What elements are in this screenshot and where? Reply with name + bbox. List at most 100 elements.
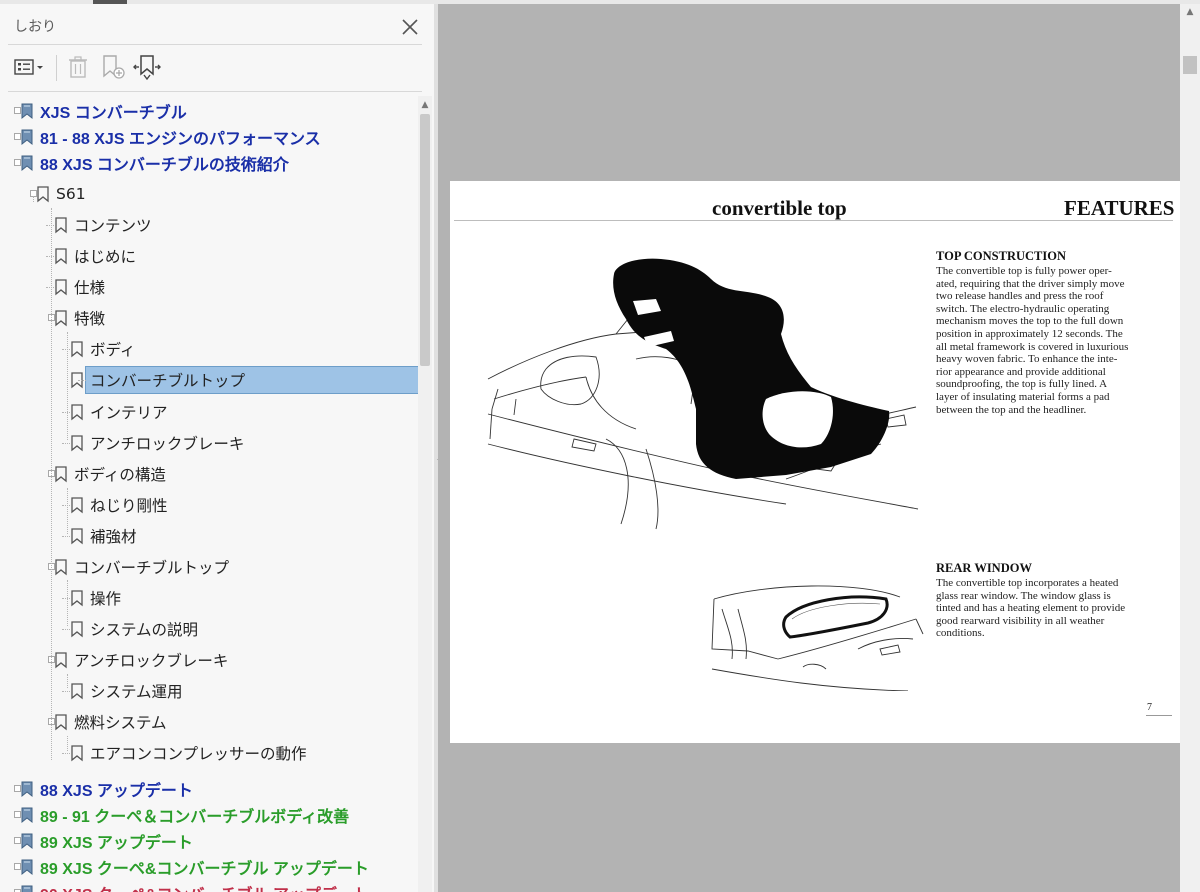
header-rule [454,220,1173,221]
bookmark-item[interactable]: 90 XJS クーペ&コンバーチブル アップデート [14,880,369,892]
bookmark-item[interactable]: 89 XJS アップデート [14,828,193,854]
bookmark-icon [55,217,67,234]
bookmark-label: 89 - 91 クーペ＆コンバーチブルボディ改善 [40,809,350,827]
options-list-icon [14,59,43,75]
tree-guide-line [67,674,68,688]
rear-window-text: The convertible top incorporates a heate… [936,577,1126,640]
tree-guide-line [67,580,68,626]
delete-button[interactable] [64,53,92,81]
bookmark-item[interactable]: 81 - 88 XJS エンジンのパフォーマンス [14,124,321,150]
bookmark-item[interactable]: コンバーチブルトップ [48,554,229,580]
expand-toggle[interactable] [14,811,21,819]
bookmark-icon [55,465,67,482]
bookmark-item[interactable]: ねじり剛性 [62,492,168,518]
bookmark-label: システム運用 [90,682,183,701]
scrollbar-thumb[interactable] [1183,56,1197,74]
close-icon [402,19,418,35]
bookmark-item[interactable]: 89 XJS クーペ&コンバーチブル アップデート [14,854,369,880]
tree-guide-line [67,488,68,534]
bookmark-item[interactable]: ボディ [62,336,136,362]
bookmark-label: ボディの構造 [74,465,166,484]
bookmark-item[interactable]: コンバーチブルトップ [71,366,418,395]
bookmark-label: アンチロックブレーキ [90,434,245,453]
bookmark-icon [21,155,33,172]
bookmark-item[interactable]: S61 [30,181,86,207]
page-title: convertible top [712,196,847,220]
panel-divider [8,44,422,45]
bookmark-item[interactable]: 燃料システム [48,709,167,735]
bookmark-item[interactable]: エアコンコンプレッサーの動作 [62,740,307,766]
expand-toggle[interactable] [14,837,21,845]
scrollbar-thumb[interactable] [420,114,430,366]
document-scrollbar[interactable]: ▲ [1180,4,1200,892]
scroll-up-arrow[interactable]: ▲ [1180,4,1200,18]
bookmark-icon [55,248,67,265]
bookmark-item[interactable]: アンチロックブレーキ [48,647,228,673]
bookmark-item[interactable]: システムの説明 [62,616,198,642]
bookmark-label: S61 [56,185,86,204]
bookmark-icon [21,807,33,824]
expand-toggle[interactable] [14,863,21,871]
bookmark-label: 補強材 [90,527,137,546]
tree-connector [46,225,54,227]
tree-connector [62,753,70,755]
trash-icon [69,56,87,78]
bookmark-item[interactable]: 88 XJS コンバーチブルの技術紹介 [14,150,289,176]
scroll-up-arrow[interactable]: ▲ [418,98,432,112]
bookmark-label: ねじり剛性 [90,496,168,515]
tree-connector [62,411,70,413]
bookmark-label: 88 XJS アップデート [40,783,193,801]
bookmark-item[interactable]: 操作 [62,585,121,611]
bookmark-item[interactable]: ボディの構造 [48,461,166,487]
expand-toggle[interactable] [14,133,21,141]
bookmark-label: ボディ [90,341,136,360]
rear-window-heading: REAR WINDOW [936,561,1032,575]
bookmark-icon [71,528,83,545]
bookmark-icon [71,621,83,638]
bookmark-icon [37,186,49,203]
bookmark-item[interactable]: 89 - 91 クーペ＆コンバーチブルボディ改善 [14,802,350,828]
bookmark-icon [71,403,83,420]
bookmark-find-icon [133,55,161,80]
bookmark-item[interactable]: システム運用 [62,678,183,704]
bookmark-item[interactable]: はじめに [46,243,137,269]
bookmark-item[interactable]: 88 XJS アップデート [14,776,193,802]
bookmark-item[interactable]: 特徴 [48,305,105,331]
top-construction-heading: TOP CONSTRUCTION [936,249,1067,263]
close-panel-button[interactable] [400,17,420,37]
bookmark-icon [71,683,83,700]
bookmark-item[interactable]: 補強材 [62,523,137,549]
bookmark-icon [21,885,33,892]
page-number-rule [1146,715,1172,716]
expand-toggle[interactable] [14,785,21,793]
bookmark-label: 81 - 88 XJS エンジンのパフォーマンス [40,131,321,149]
options-button[interactable] [12,53,46,81]
expand-toggle[interactable] [14,159,21,167]
tree-connector [78,380,86,382]
pdf-page: convertible top FEATURES TOP CONSTRUCTIO… [450,181,1180,743]
bookmark-icon [21,129,33,146]
tree-guide-line [67,332,68,440]
bookmark-icon [55,714,67,731]
bookmark-label: XJS コンバーチブル [40,105,187,122]
tree-connector [62,597,70,599]
bookmark-item[interactable]: アンチロックブレーキ [62,430,245,456]
bookmark-add-icon [103,55,125,79]
tree-guide-line [67,736,68,751]
expand-toggle[interactable] [14,107,21,114]
page-number: 7 [1147,702,1152,713]
bookmark-item[interactable]: インテリア [62,399,168,425]
bookmark-tree: XJS コンバーチブル 81 - 88 XJS エンジンのパフォーマンス 88 XJ… [0,96,418,892]
new-bookmark-button[interactable] [98,53,128,81]
bookmark-label: 90 XJS クーペ&コンバーチブル アップデート [40,881,369,892]
rear-window-illustration [711,585,924,691]
bookmark-scrollbar[interactable]: ▲ [418,96,432,892]
bookmark-icon [71,434,83,451]
bookmark-icon [55,652,67,669]
find-bookmark-button[interactable] [132,53,162,81]
bookmark-item[interactable]: 仕様 [46,274,105,300]
bookmark-icon [21,781,33,798]
bookmark-label: はじめに [74,248,137,267]
bookmark-item[interactable]: XJS コンバーチブル [14,98,187,124]
bookmark-item[interactable]: コンテンツ [46,212,152,238]
